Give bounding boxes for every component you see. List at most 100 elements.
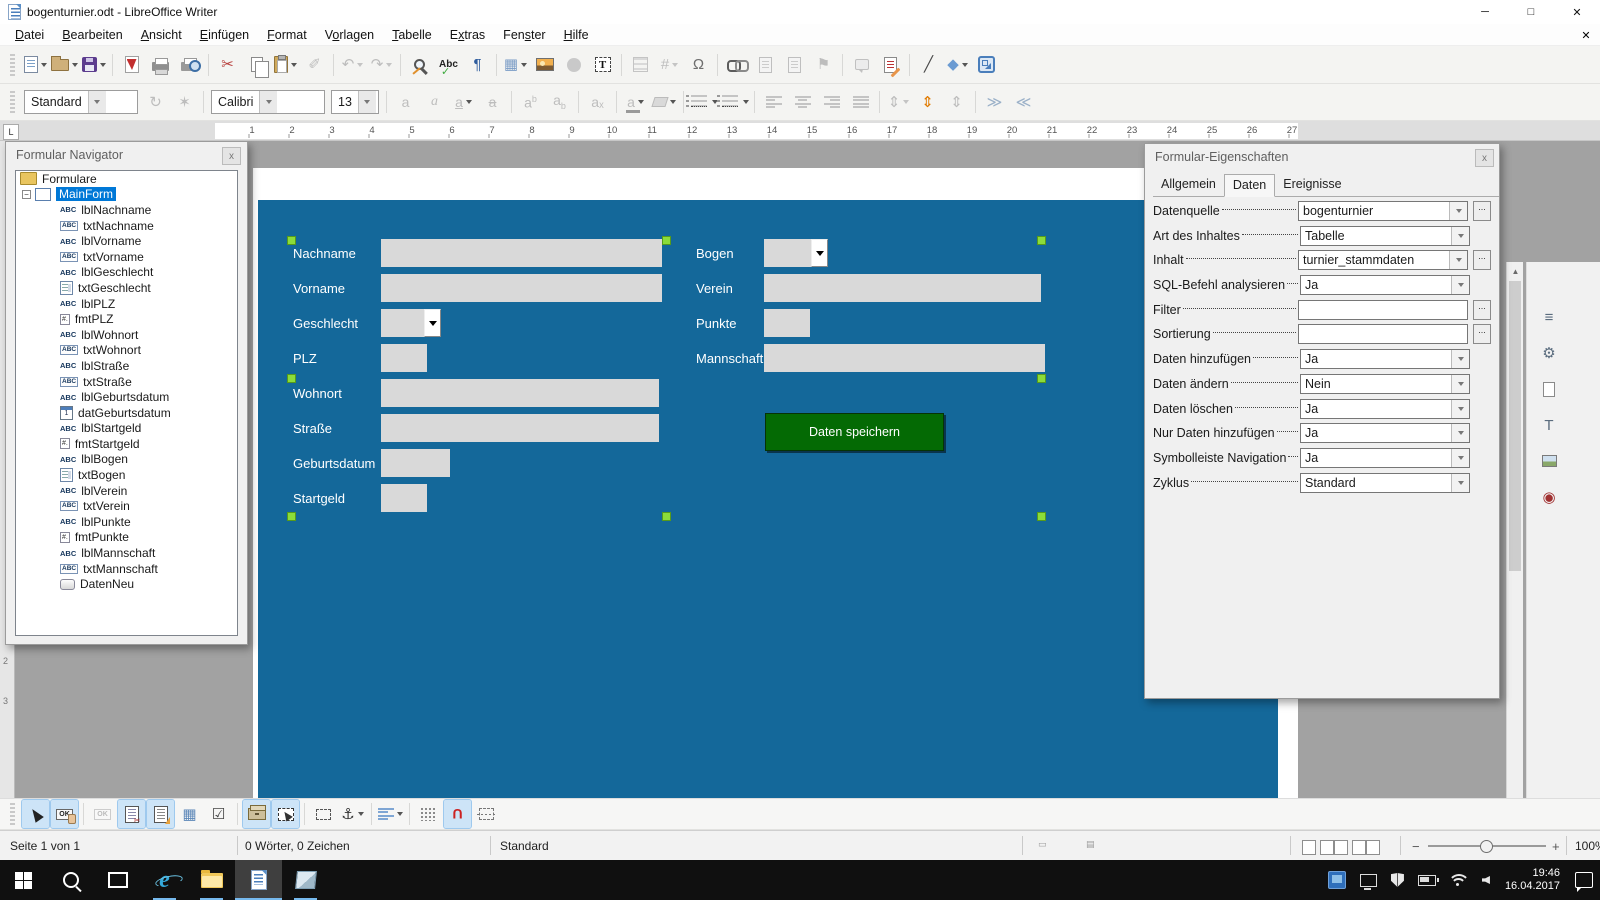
insert-hyperlink-button[interactable] xyxy=(723,51,750,79)
selection-handle[interactable] xyxy=(287,374,296,383)
taskbar-clock[interactable]: 19:46 16.04.2017 xyxy=(1505,867,1560,893)
wifi-icon[interactable] xyxy=(1450,874,1468,887)
clear-formatting-button[interactable]: aₓ xyxy=(584,88,611,116)
defender-shield-icon[interactable] xyxy=(1391,873,1404,887)
dropdown-caret-icon[interactable] xyxy=(72,63,78,67)
chevron-down-icon[interactable] xyxy=(1451,227,1469,245)
font-name-select[interactable]: Calibri xyxy=(211,90,325,114)
tree-item-mainform[interactable]: −MainForm xyxy=(16,187,237,203)
page-style[interactable]: Standard xyxy=(500,839,549,853)
selection-handle[interactable] xyxy=(662,236,671,245)
tree-item-lblbogen[interactable]: ABClblBogen xyxy=(16,452,237,468)
helplines-while-moving-button[interactable] xyxy=(473,800,500,828)
tree-item-fmtstartgeld[interactable]: #.fmtStartgeld xyxy=(16,436,237,452)
navigator-deck-icon[interactable]: ◉ xyxy=(1535,484,1563,510)
font-color-button[interactable]: a xyxy=(622,88,649,116)
insert-line-button[interactable]: ╱ xyxy=(915,51,942,79)
battery-icon[interactable] xyxy=(1418,875,1436,886)
selection-handle[interactable] xyxy=(287,512,296,521)
zoom-out-icon[interactable]: − xyxy=(1412,839,1420,854)
dropdown-caret-icon[interactable] xyxy=(466,100,472,104)
track-changes-button[interactable] xyxy=(877,51,904,79)
form-field-vorname[interactable] xyxy=(381,274,662,302)
insert-field-button[interactable]: # xyxy=(656,51,683,79)
sidebar-menu-icon[interactable]: ≡ xyxy=(1535,304,1563,330)
tree-item-datenneu[interactable]: DatenNeu xyxy=(16,576,237,592)
tree-root[interactable]: Formulare xyxy=(16,171,237,187)
chevron-down-icon[interactable] xyxy=(358,91,376,113)
new-style-button[interactable]: ✶ xyxy=(171,88,198,116)
dropdown-caret-icon[interactable] xyxy=(962,63,968,67)
table-control-button[interactable]: ▦ xyxy=(176,800,203,828)
book-view-icon[interactable] xyxy=(1352,840,1366,855)
position-size-button[interactable] xyxy=(310,800,337,828)
menu-datei[interactable]: Datei xyxy=(6,26,53,44)
horizontal-ruler[interactable]: L 12345678910111213141516171819202122232… xyxy=(0,121,1600,141)
chevron-down-icon[interactable] xyxy=(1451,276,1469,294)
form-field-plz[interactable] xyxy=(381,344,427,372)
selection-handle[interactable] xyxy=(1037,512,1046,521)
open-button[interactable] xyxy=(51,51,78,79)
styles-deck-icon[interactable]: T xyxy=(1535,412,1563,438)
form-field-verein[interactable] xyxy=(764,274,1041,302)
more-options-button[interactable]: ... xyxy=(1473,250,1491,270)
align-objects-button[interactable] xyxy=(377,800,404,828)
tree-item-lblgeschlecht[interactable]: ABClblGeschlecht xyxy=(16,265,237,281)
search-button[interactable] xyxy=(47,860,94,900)
tree-item-datgeburtsdatum[interactable]: 1datGeburtsdatum xyxy=(16,405,237,421)
form-field-straße[interactable] xyxy=(381,414,659,442)
redo-button[interactable]: ↷ xyxy=(368,51,395,79)
display-grid-button[interactable] xyxy=(415,800,442,828)
chevron-down-icon[interactable] xyxy=(259,91,277,113)
property-input-combo[interactable]: Standard xyxy=(1300,473,1470,493)
chevron-down-icon[interactable] xyxy=(1451,350,1469,368)
tab-daten[interactable]: Daten xyxy=(1224,174,1275,197)
gallery-deck-icon[interactable] xyxy=(1535,448,1563,474)
document-modified-icon[interactable]: ▤ xyxy=(1086,839,1095,850)
zoom-in-icon[interactable]: + xyxy=(1552,839,1560,854)
page-break-button[interactable] xyxy=(627,51,654,79)
cut-button[interactable]: ✂ xyxy=(214,51,241,79)
selection-handle[interactable] xyxy=(662,512,671,521)
chevron-down-icon[interactable] xyxy=(1449,202,1467,220)
increase-paragraph-spacing-button[interactable]: ⇕ xyxy=(914,88,941,116)
update-style-button[interactable]: ↻ xyxy=(142,88,169,116)
dropdown-caret-icon[interactable] xyxy=(672,63,678,67)
property-input-combo[interactable]: Tabelle xyxy=(1300,226,1470,246)
dropdown-caret-icon[interactable] xyxy=(357,63,363,67)
bookmark-button[interactable]: ⚑ xyxy=(810,51,837,79)
internet-explorer-button[interactable]: e xyxy=(141,860,188,900)
close-icon[interactable]: x xyxy=(1475,149,1494,167)
draw-functions-button[interactable] xyxy=(973,51,1000,79)
collapse-icon[interactable]: − xyxy=(22,190,31,199)
insert-image-button[interactable] xyxy=(531,51,558,79)
numbered-list-button[interactable] xyxy=(720,88,749,116)
font-size-select[interactable]: 13 xyxy=(331,90,379,114)
form-field-bogen[interactable] xyxy=(764,239,811,267)
dropdown-caret-icon[interactable] xyxy=(743,100,749,104)
endnote-button[interactable] xyxy=(781,51,808,79)
paragraph-style-select[interactable]: Standard xyxy=(24,90,138,114)
menu-bearbeiten[interactable]: Bearbeiten xyxy=(53,26,132,44)
display-icon[interactable] xyxy=(1360,874,1377,887)
tab-allgemein[interactable]: Allgemein xyxy=(1153,174,1224,196)
tree-item-lblverein[interactable]: ABClblVerein xyxy=(16,483,237,499)
tree-item-txtgeschlecht[interactable]: txtGeschlecht xyxy=(16,280,237,296)
menu-tabelle[interactable]: Tabelle xyxy=(383,26,441,44)
find-replace-button[interactable] xyxy=(406,51,433,79)
tree-item-lblpunkte[interactable]: ABClblPunkte xyxy=(16,514,237,530)
comment-button[interactable] xyxy=(848,51,875,79)
property-input-text[interactable] xyxy=(1298,324,1468,344)
more-options-button[interactable]: ... xyxy=(1473,300,1491,320)
align-right-button[interactable] xyxy=(818,88,845,116)
form-properties-button[interactable] xyxy=(118,800,145,828)
tree-item-lblstartgeld[interactable]: ABClblStartgeld xyxy=(16,421,237,437)
chevron-down-icon[interactable] xyxy=(1451,474,1469,492)
bullet-list-button[interactable] xyxy=(689,88,718,116)
tree-item-lblvorname[interactable]: ABClblVorname xyxy=(16,233,237,249)
menu-vorlagen[interactable]: Vorlagen xyxy=(316,26,383,44)
decrease-paragraph-spacing-button[interactable]: ⇕ xyxy=(943,88,970,116)
control-properties-button[interactable] xyxy=(147,800,174,828)
page-deck-icon[interactable] xyxy=(1535,376,1563,402)
tab-ereignisse[interactable]: Ereignisse xyxy=(1275,174,1349,196)
